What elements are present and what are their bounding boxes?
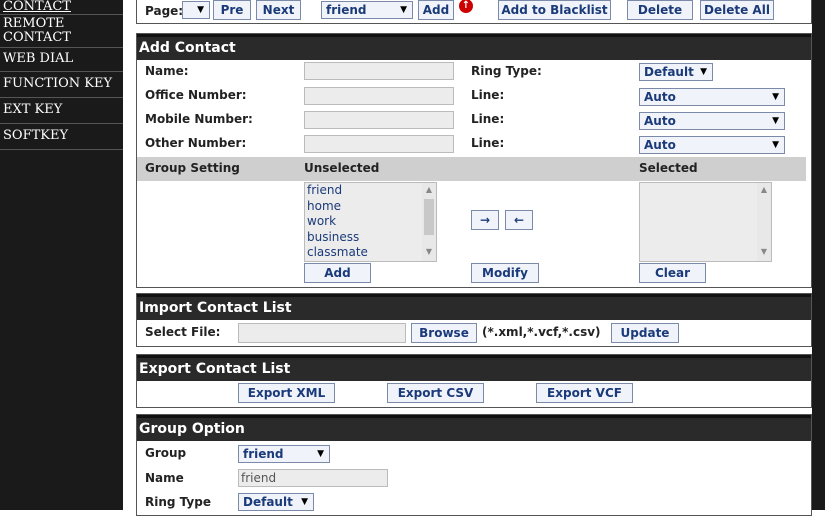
list-item[interactable]: classmate xyxy=(305,245,436,261)
group-ring-type-select[interactable]: Default ▼ xyxy=(238,493,314,511)
group-ring-type-label: Ring Type xyxy=(145,495,211,509)
mobile-number-input[interactable] xyxy=(304,111,454,129)
delete-all-button[interactable]: Delete All xyxy=(700,0,774,20)
scroll-down-icon[interactable]: ▼ xyxy=(422,247,436,259)
selected-label: Selected xyxy=(639,161,698,175)
chevron-down-icon: ▼ xyxy=(700,67,707,77)
mobile-line-select[interactable]: Auto ▼ xyxy=(639,112,785,130)
main-content: Page: ▼ Pre Next friend ▼ Add ↑ Add to Bl… xyxy=(123,0,812,516)
mobile-line-label: Line: xyxy=(471,112,505,126)
clear-button[interactable]: Clear xyxy=(639,263,706,283)
unselected-label: Unselected xyxy=(304,161,380,175)
export-contact-section: Export Contact List Export XML Export CS… xyxy=(136,354,812,408)
mobile-line-select-value: Auto xyxy=(644,114,676,128)
selected-groups-list[interactable]: ▲ ▼ xyxy=(639,182,772,262)
modify-contact-button[interactable]: Modify xyxy=(471,263,539,283)
ring-type-label: Ring Type: xyxy=(471,64,542,78)
right-border xyxy=(812,0,825,510)
page-label: Page: xyxy=(145,4,184,18)
other-number-input[interactable] xyxy=(304,135,454,153)
pre-button[interactable]: Pre xyxy=(213,0,251,20)
add-contact-button[interactable]: Add xyxy=(304,263,371,283)
import-contact-section: Import Contact List Select File: Browse … xyxy=(136,293,812,347)
contact-toolbar: Page: ▼ Pre Next friend ▼ Add ↑ Add to Bl… xyxy=(136,0,812,24)
export-xml-button[interactable]: Export XML xyxy=(238,383,335,403)
other-number-label: Other Number: xyxy=(145,136,247,150)
office-number-input[interactable] xyxy=(304,87,454,105)
scroll-down-icon[interactable]: ▼ xyxy=(757,247,771,259)
scroll-up-icon[interactable]: ▲ xyxy=(422,185,436,197)
add-group-button[interactable]: Add xyxy=(418,0,454,20)
group-select-value: friend xyxy=(326,3,367,17)
office-line-label: Line: xyxy=(471,88,505,102)
file-formats-label: (*.xml,*.vcf,*.csv) xyxy=(482,325,601,339)
file-path-input[interactable] xyxy=(238,323,406,343)
chevron-down-icon: ▼ xyxy=(772,92,779,102)
update-button[interactable]: Update xyxy=(611,323,679,343)
select-file-label: Select File: xyxy=(145,325,221,339)
alert-icon: ↑ xyxy=(459,0,473,13)
chevron-down-icon: ▼ xyxy=(772,116,779,126)
group-option-select-value: friend xyxy=(243,447,284,461)
add-contact-title: Add Contact xyxy=(137,34,811,60)
add-to-blacklist-button[interactable]: Add to Blacklist xyxy=(498,0,611,20)
export-csv-button[interactable]: Export CSV xyxy=(387,383,484,403)
group-select[interactable]: friend ▼ xyxy=(321,1,413,19)
scrollbar[interactable]: ▲ ▼ xyxy=(757,183,771,261)
group-ring-type-select-value: Default xyxy=(243,495,293,509)
nav-item-ext-key[interactable]: EXT KEY xyxy=(0,98,123,124)
chevron-down-icon: ▼ xyxy=(301,497,308,507)
list-item[interactable]: business xyxy=(305,230,436,246)
group-option-section: Group Option Group friend ▼ Name friend R… xyxy=(136,414,812,516)
browse-button[interactable]: Browse xyxy=(411,323,477,343)
scrollbar[interactable]: ▲ ▼ xyxy=(422,183,436,261)
name-label: Name: xyxy=(145,64,189,78)
group-setting-label: Group Setting xyxy=(145,161,240,175)
export-vcf-button[interactable]: Export VCF xyxy=(536,383,633,403)
group-option-title: Group Option xyxy=(137,415,811,441)
move-left-button[interactable]: ← xyxy=(505,210,533,230)
name-input[interactable] xyxy=(304,62,454,80)
other-line-select[interactable]: Auto ▼ xyxy=(639,136,785,154)
delete-button[interactable]: Delete xyxy=(627,0,693,20)
nav-item-function-key[interactable]: FUNCTION KEY xyxy=(0,72,123,98)
page-select[interactable]: ▼ xyxy=(182,1,210,19)
chevron-down-icon: ▼ xyxy=(197,5,204,15)
ring-type-select-value: Default xyxy=(644,65,694,79)
ring-type-select[interactable]: Default ▼ xyxy=(639,63,713,81)
move-right-button[interactable]: → xyxy=(471,210,499,230)
group-label: Group xyxy=(145,446,187,460)
list-item[interactable]: home xyxy=(305,199,436,215)
nav-item-remote-contact[interactable]: REMOTE CONTACT xyxy=(0,15,123,48)
chevron-down-icon: ▼ xyxy=(400,5,407,15)
scroll-up-icon[interactable]: ▲ xyxy=(757,185,771,197)
group-name-input[interactable]: friend xyxy=(238,469,388,487)
chevron-down-icon: ▼ xyxy=(317,449,324,459)
group-option-select[interactable]: friend ▼ xyxy=(238,445,330,463)
nav-item-softkey[interactable]: SOFTKEY xyxy=(0,124,123,150)
office-line-select[interactable]: Auto ▼ xyxy=(639,88,785,106)
list-item[interactable]: friend xyxy=(305,183,436,199)
office-number-label: Office Number: xyxy=(145,88,247,102)
scrollbar-thumb[interactable] xyxy=(424,199,434,235)
add-contact-section: Add Contact Name: Ring Type: Default ▼ Of… xyxy=(136,33,812,288)
nav-item-web-dial[interactable]: WEB DIAL xyxy=(0,48,123,72)
other-line-select-value: Auto xyxy=(644,138,676,152)
group-name-label: Name xyxy=(145,471,184,485)
next-button[interactable]: Next xyxy=(256,0,301,20)
chevron-down-icon: ▼ xyxy=(772,140,779,150)
list-item[interactable]: work xyxy=(305,214,436,230)
mobile-number-label: Mobile Number: xyxy=(145,112,253,126)
office-line-select-value: Auto xyxy=(644,90,676,104)
export-contact-title: Export Contact List xyxy=(137,355,811,381)
nav-item-contact[interactable]: CONTACT xyxy=(0,0,123,15)
import-contact-title: Import Contact List xyxy=(137,294,811,320)
other-line-label: Line: xyxy=(471,136,505,150)
unselected-groups-list[interactable]: friend home work business classmate ▲ ▼ xyxy=(304,182,437,262)
left-navigation: CONTACT REMOTE CONTACT WEB DIAL FUNCTION… xyxy=(0,0,123,510)
